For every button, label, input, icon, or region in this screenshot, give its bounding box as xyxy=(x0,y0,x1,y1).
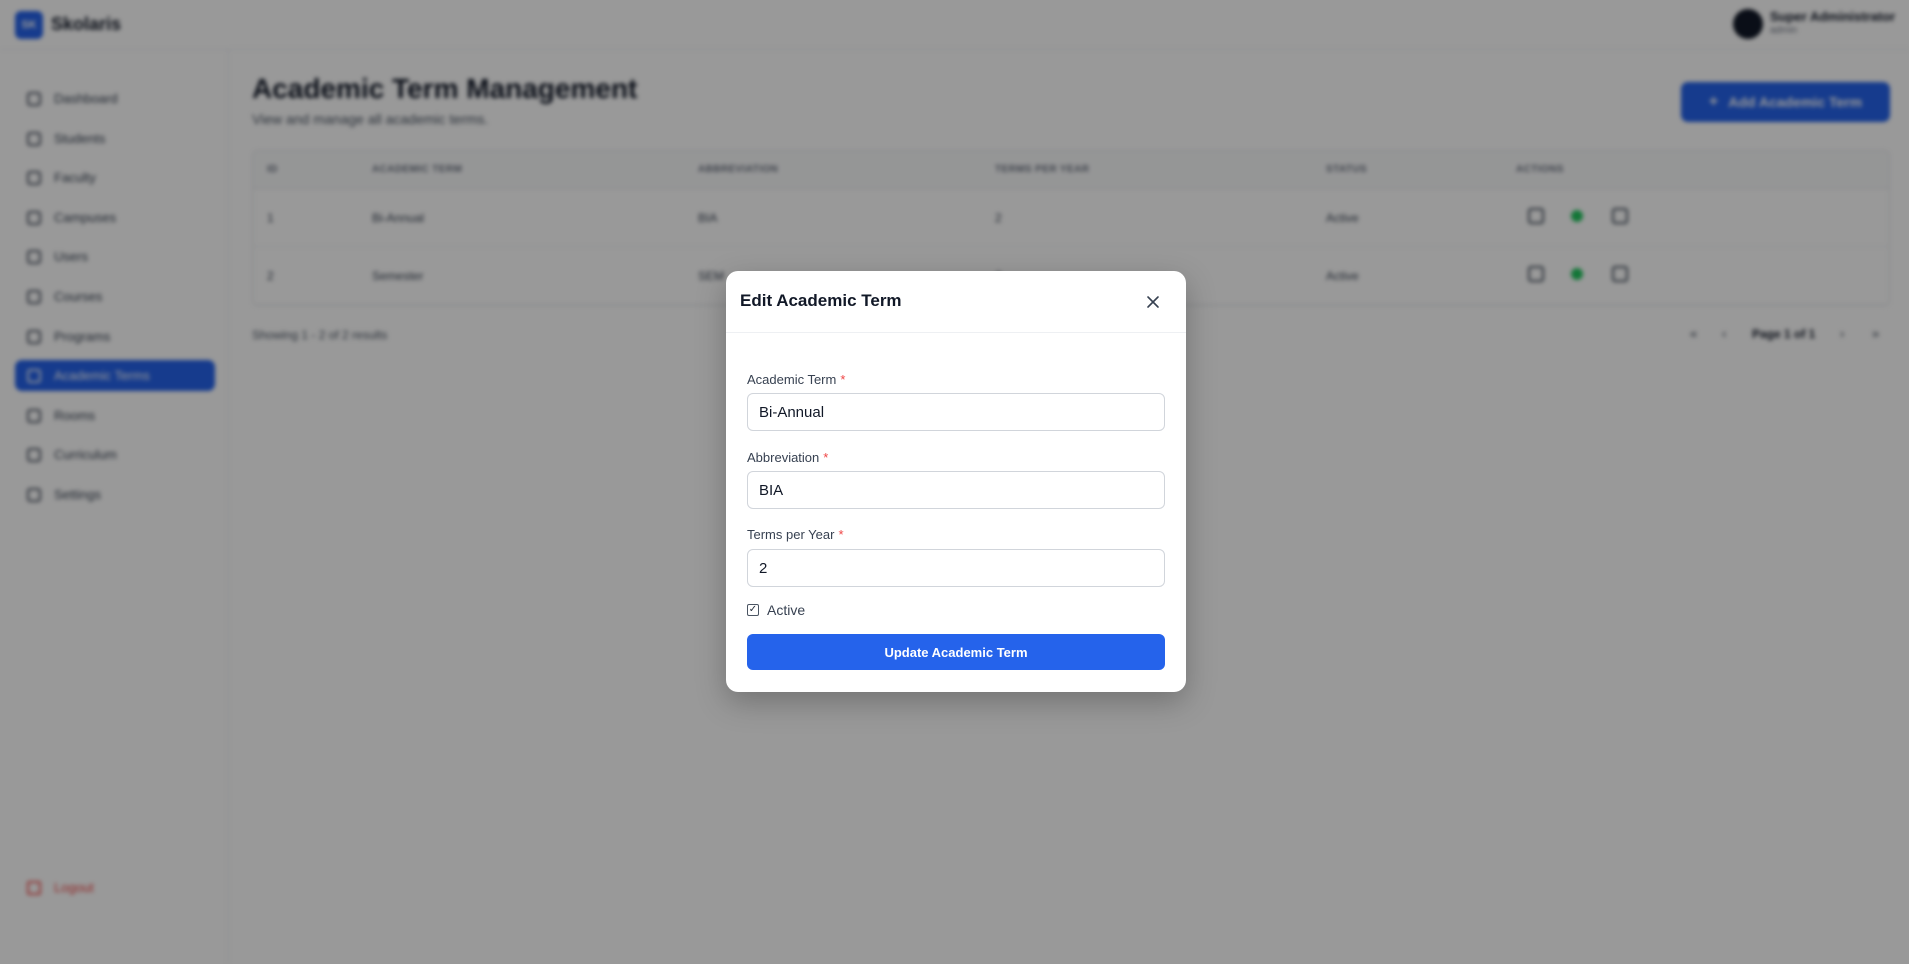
academic-term-label: Academic Term * xyxy=(747,372,845,387)
terms-per-year-label-text: Terms per Year xyxy=(747,527,835,542)
required-mark: * xyxy=(838,527,844,542)
academic-term-input[interactable] xyxy=(747,393,1165,431)
terms-per-year-input[interactable] xyxy=(747,549,1165,587)
close-icon xyxy=(1147,296,1159,308)
terms-per-year-label: Terms per Year * xyxy=(747,527,844,542)
abbreviation-input[interactable] xyxy=(747,471,1165,509)
abbreviation-label-text: Abbreviation xyxy=(747,450,820,465)
active-checkbox-row[interactable]: ✓ Active xyxy=(747,602,805,618)
update-academic-term-button[interactable]: Update Academic Term xyxy=(747,634,1165,670)
close-button[interactable] xyxy=(1141,290,1165,314)
required-mark: * xyxy=(823,450,829,465)
active-checkbox-label: Active xyxy=(767,602,806,618)
academic-term-label-text: Academic Term xyxy=(747,372,837,387)
modal-title: Edit Academic Term xyxy=(740,291,902,310)
abbreviation-label: Abbreviation * xyxy=(747,450,828,465)
active-checkbox[interactable]: ✓ xyxy=(747,604,759,616)
modal-header: Edit Academic Term xyxy=(726,271,1186,333)
edit-academic-term-modal: Edit Academic Term Academic Term* Abbrev… xyxy=(726,271,1186,692)
required-mark: * xyxy=(840,372,846,387)
